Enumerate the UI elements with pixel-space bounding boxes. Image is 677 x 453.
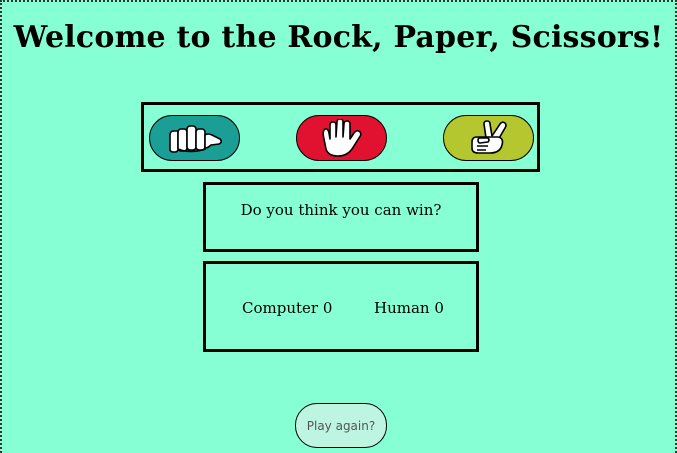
paper-button[interactable] bbox=[296, 115, 387, 161]
message-text: Do you think you can win? bbox=[240, 201, 442, 219]
message-box: Do you think you can win? bbox=[203, 182, 479, 252]
rock-button[interactable] bbox=[149, 115, 240, 161]
choice-panel bbox=[141, 102, 540, 172]
human-score: Human 0 bbox=[374, 299, 444, 317]
peace-hand-icon bbox=[470, 120, 507, 154]
scissors-button[interactable] bbox=[443, 115, 534, 161]
score-box: Computer 0 Human 0 bbox=[203, 261, 479, 352]
fist-icon bbox=[168, 125, 222, 153]
computer-score: Computer 0 bbox=[242, 299, 333, 317]
page-title: Welcome to the Rock, Paper, Scissors! bbox=[13, 20, 664, 55]
play-again-button[interactable]: Play again? bbox=[295, 403, 387, 448]
open-hand-icon bbox=[321, 119, 362, 157]
